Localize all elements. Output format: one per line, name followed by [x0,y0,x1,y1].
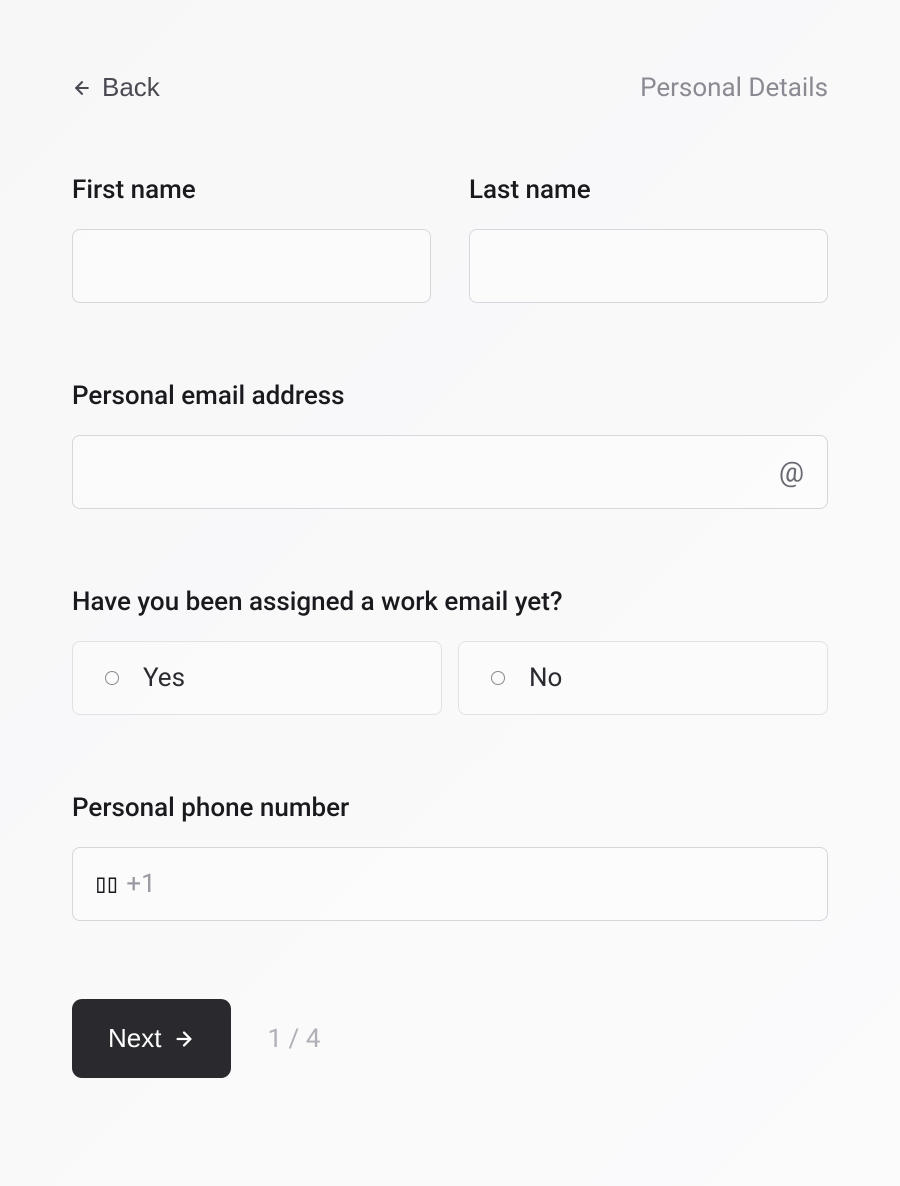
next-label: Next [108,1023,161,1054]
phone-input-wrapper[interactable]: ▯▯ +1 [72,847,828,921]
personal-email-label: Personal email address [72,381,828,411]
first-name-label: First name [72,175,431,205]
back-label: Back [102,72,160,103]
radio-no-label: No [529,663,562,693]
work-email-question-label: Have you been assigned a work email yet? [72,587,828,617]
next-button[interactable]: Next [72,999,231,1078]
phone-label: Personal phone number [72,793,828,823]
last-name-input[interactable] [469,229,828,303]
personal-email-input[interactable] [72,435,828,509]
phone-input[interactable] [166,848,807,920]
work-email-no-option[interactable]: No [458,641,828,715]
radio-icon [491,671,505,685]
last-name-label: Last name [469,175,828,205]
radio-icon [105,671,119,685]
radio-yes-label: Yes [143,663,185,693]
arrow-right-icon [173,1028,195,1050]
page-title: Personal Details [640,73,828,103]
phone-prefix: +1 [126,869,155,899]
arrow-left-icon [72,78,92,98]
work-email-yes-option[interactable]: Yes [72,641,442,715]
flag-icon: ▯▯ [93,869,116,899]
page-indicator: 1 / 4 [267,1024,320,1054]
first-name-input[interactable] [72,229,431,303]
back-button[interactable]: Back [72,72,160,103]
